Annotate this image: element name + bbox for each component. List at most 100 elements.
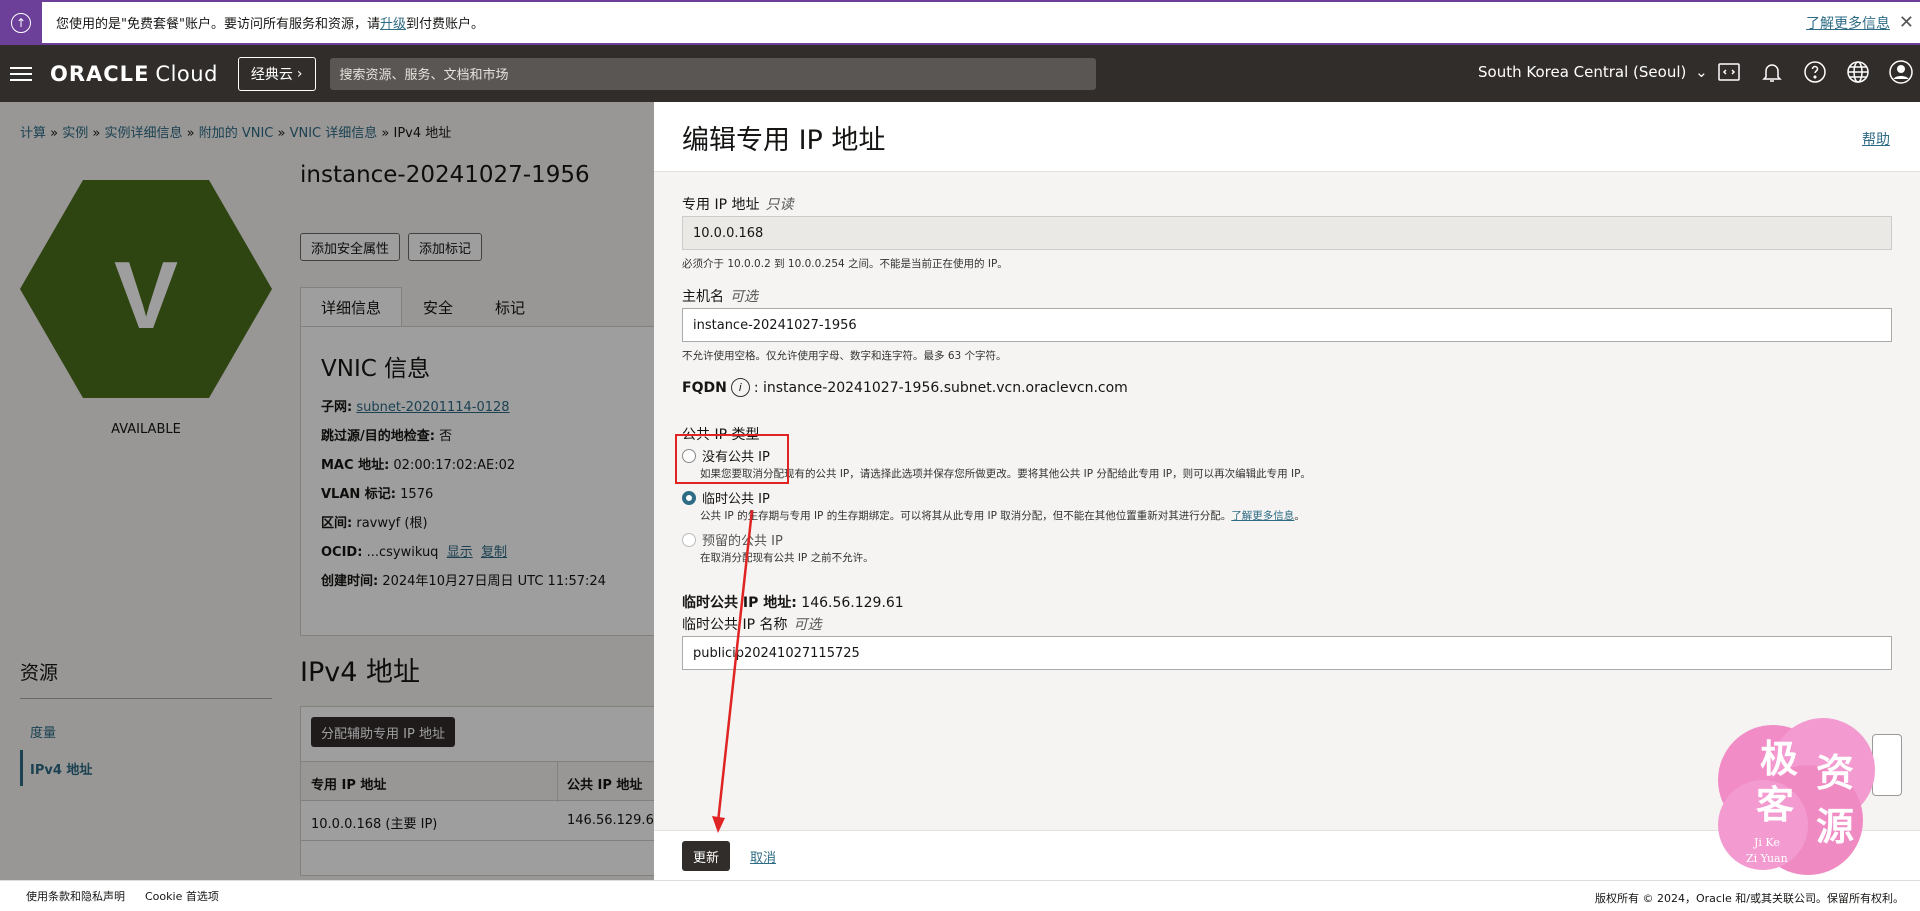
- radio-no-public-ip[interactable]: 没有公共 IP: [682, 446, 770, 465]
- breadcrumb-attached-vnics[interactable]: 附加的 VNIC: [199, 126, 274, 141]
- copyright-text: 版权所有 © 2024，Oracle 和/或其关联公司。保留所有权利。: [1595, 892, 1904, 905]
- breadcrumb-vnic-details[interactable]: VNIC 详细信息: [290, 126, 378, 141]
- ocid-copy-link[interactable]: 复制: [481, 545, 507, 560]
- column-header-public-ip[interactable]: 公共 IP 地址: [567, 774, 642, 793]
- table-header: 专用 IP 地址 公共 IP 地址: [301, 761, 654, 802]
- breadcrumb-compute[interactable]: 计算: [20, 126, 46, 141]
- vnic-info-panel: VNIC 信息 子网: subnet-20201114-0128 跳过源/目的地…: [300, 326, 654, 636]
- side-panel-toggle[interactable]: [1872, 734, 1902, 796]
- ephemeral-ip-name-label: 临时公共 IP 名称 可选: [682, 617, 822, 633]
- developer-tools-icon[interactable]: [1716, 59, 1742, 85]
- vnic-ipv4-page: 计算 » 实例 » 实例详细信息 » 附加的 VNIC » VNIC 详细信息 …: [0, 102, 654, 880]
- radio-ephemeral-public-ip[interactable]: 临时公共 IP: [682, 488, 770, 507]
- terms-privacy-link[interactable]: 使用条款和隐私声明: [26, 888, 125, 904]
- radio-button[interactable]: [682, 490, 696, 505]
- resources-title: 资源: [20, 662, 59, 684]
- ephemeral-ip-row: 临时公共 IP 地址: 146.56.129.61: [682, 595, 904, 611]
- breadcrumb: 计算 » 实例 » 实例详细信息 » 附加的 VNIC » VNIC 详细信息 …: [20, 126, 452, 141]
- radio-description: 如果您要取消分配现有的公共 IP，请选择此选项并保存您所做更改。要将其他公共 I…: [700, 468, 1311, 480]
- breadcrumb-instances[interactable]: 实例: [62, 126, 88, 141]
- sidebar-item-metrics[interactable]: 度量: [30, 722, 56, 741]
- cell-private-ip: 10.0.0.168 (主要 IP): [311, 817, 438, 832]
- column-header-private-ip[interactable]: 专用 IP 地址: [311, 774, 386, 793]
- radio-description: 在取消分配现有公共 IP 之前不允许。: [700, 552, 874, 564]
- page-footer: 使用条款和隐私声明 Cookie 首选项 版权所有 © 2024，Oracle …: [0, 880, 1920, 911]
- logo-product: Cloud: [155, 61, 218, 86]
- vnic-hexagon-icon: V: [20, 180, 272, 398]
- tab-security[interactable]: 安全: [402, 287, 474, 327]
- status-badge: AVAILABLE: [111, 422, 181, 437]
- radio-reserved-public-ip[interactable]: 预留的公共 IP: [682, 530, 783, 549]
- banner-text-pre: 您使用的是"免费套餐"账户。要访问所有服务和资源，请: [56, 17, 380, 32]
- optional-tag: 可选: [730, 289, 758, 305]
- assign-secondary-ip-button[interactable]: 分配辅助专用 IP 地址: [311, 717, 455, 747]
- update-button[interactable]: 更新: [682, 841, 731, 871]
- readonly-tag: 只读: [765, 197, 794, 213]
- oracle-cloud-logo[interactable]: ORACLE Cloud: [50, 62, 218, 86]
- ipv4-section-title: IPv4 地址: [300, 657, 420, 688]
- hamburger-menu-icon[interactable]: [10, 66, 32, 81]
- add-tags-button[interactable]: 添加标记: [408, 233, 483, 261]
- drawer-header: 编辑专用 IP 地址 帮助: [654, 102, 1920, 172]
- drawer-title: 编辑专用 IP 地址: [682, 125, 886, 156]
- classic-cloud-button[interactable]: 经典云 ›: [237, 56, 316, 91]
- user-profile-icon[interactable]: [1888, 59, 1914, 85]
- ocid-row: OCID: ...csywikuq 显示 复制: [321, 545, 507, 560]
- subnet-link[interactable]: subnet-20201114-0128: [356, 400, 509, 415]
- hostname-input[interactable]: instance-20241027-1956: [682, 308, 1892, 342]
- hostname-label: 主机名 可选: [682, 289, 758, 305]
- bell-icon[interactable]: [1759, 59, 1785, 85]
- globe-icon[interactable]: [1845, 59, 1871, 85]
- radio-description: 公共 IP 的生存期与专用 IP 的生存期绑定。可以将其从此专用 IP 取消分配…: [700, 510, 1305, 522]
- ocid-show-link[interactable]: 显示: [447, 545, 473, 560]
- upgrade-arrow-icon: ↑: [11, 12, 31, 33]
- region-selector[interactable]: South Korea Central (Seoul) ⌄: [1478, 63, 1708, 81]
- radio-button[interactable]: [682, 532, 696, 547]
- created-row: 创建时间: 2024年10月27日周日 UTC 11:57:24: [321, 574, 606, 589]
- help-icon[interactable]: [1802, 59, 1828, 85]
- radio-label: 预留的公共 IP: [702, 534, 783, 549]
- search-input[interactable]: 搜索资源、服务、文档和市场: [329, 57, 1096, 90]
- table-row: 10.0.0.168 (主要 IP) 146.56.129.61: [301, 801, 654, 841]
- info-icon[interactable]: i: [730, 378, 750, 397]
- upgrade-link[interactable]: 升级: [380, 17, 406, 32]
- close-icon[interactable]: ✕: [1899, 12, 1914, 33]
- private-ip-hint: 必须介于 10.0.0.2 到 10.0.0.254 之间。不能是当前正在使用的…: [682, 258, 1008, 270]
- fqdn-row: FQDN i : instance-20241027-1956.subnet.v…: [682, 378, 1128, 397]
- ephemeral-ip-name-input[interactable]: publicip20241027115725: [682, 636, 1892, 670]
- optional-tag: 可选: [793, 617, 822, 633]
- classic-cloud-label: 经典云: [250, 66, 293, 83]
- vlan-row: VLAN 标记: 1576: [321, 487, 434, 502]
- logo-brand: ORACLE: [50, 61, 150, 86]
- resources-divider: [20, 698, 272, 699]
- sidebar-item-ipv4[interactable]: IPv4 地址: [30, 759, 92, 778]
- private-ip-label: 专用 IP 地址 只读: [682, 197, 794, 213]
- subnet-row: 子网: subnet-20201114-0128: [321, 400, 510, 415]
- vnic-info-title: VNIC 信息: [321, 356, 431, 382]
- chevron-right-icon: ›: [296, 65, 303, 82]
- public-ip-type-label: 公共 IP 类型: [682, 427, 760, 443]
- private-ip-field: 10.0.0.168: [682, 216, 1892, 250]
- banner-learn-more-link[interactable]: 了解更多信息: [1806, 13, 1890, 33]
- tab-details[interactable]: 详细信息: [300, 287, 403, 327]
- region-label: South Korea Central (Seoul): [1478, 63, 1687, 81]
- search-placeholder: 搜索资源、服务、文档和市场: [339, 68, 509, 83]
- page-title: instance-20241027-1956: [300, 162, 590, 188]
- sidebar-active-indicator: [20, 750, 23, 786]
- compartment-row: 区间: ravwyf (根): [321, 516, 428, 531]
- cookie-preferences-link[interactable]: Cookie 首选项: [145, 888, 219, 904]
- cell-public-ip: 146.56.129.61: [567, 813, 654, 828]
- learn-more-link[interactable]: 了解更多信息: [1231, 510, 1294, 522]
- announcement-banner: ↑ 您使用的是"免费套餐"账户。要访问所有服务和资源，请升级到付费账户。 了解更…: [0, 0, 1920, 45]
- top-navigation-bar: ORACLE Cloud 经典云 › 搜索资源、服务、文档和市场 South Kor…: [0, 45, 1920, 102]
- add-security-attributes-button[interactable]: 添加安全属性: [300, 233, 401, 261]
- breadcrumb-instance-details[interactable]: 实例详细信息: [104, 126, 182, 141]
- cancel-link[interactable]: 取消: [750, 847, 776, 866]
- help-link[interactable]: 帮助: [1862, 129, 1890, 149]
- fqdn-value: : instance-20241027-1956.subnet.vcn.orac…: [753, 379, 1128, 396]
- fqdn-label: FQDN: [682, 379, 727, 396]
- radio-button[interactable]: [682, 448, 696, 463]
- ipv4-table-panel: 分配辅助专用 IP 地址 专用 IP 地址 公共 IP 地址 10.0.0.16…: [300, 706, 654, 876]
- tab-tags[interactable]: 标记: [474, 287, 546, 327]
- hex-letter: V: [114, 242, 178, 349]
